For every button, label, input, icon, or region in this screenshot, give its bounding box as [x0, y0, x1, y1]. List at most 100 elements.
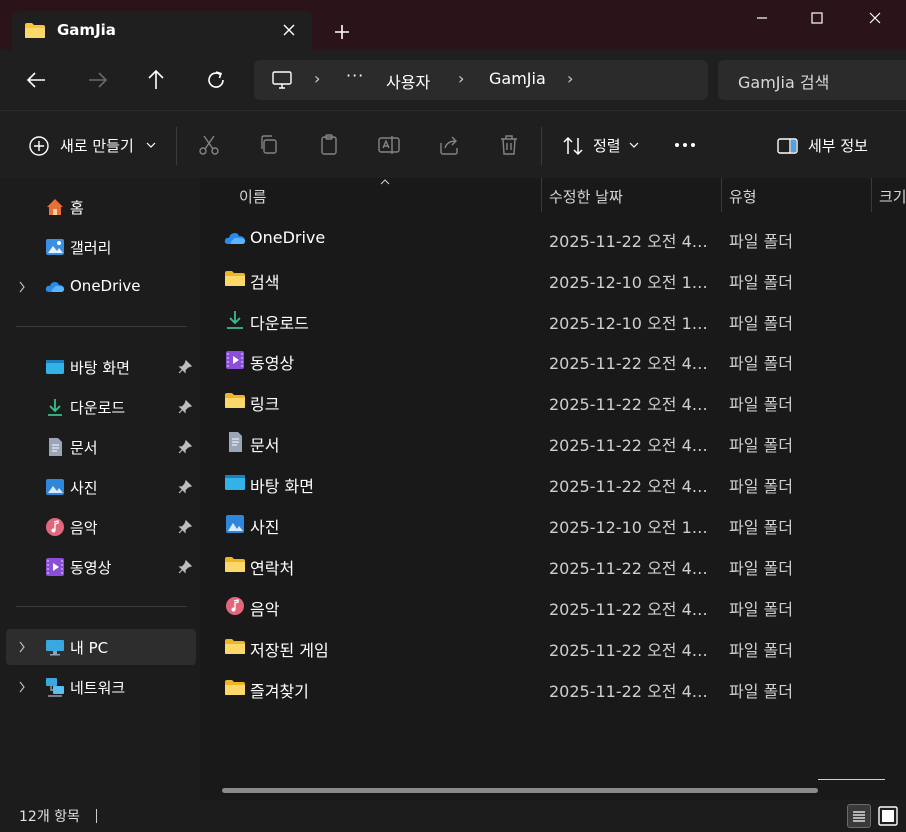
chevron-down-icon — [146, 142, 156, 148]
pin-icon[interactable] — [178, 440, 192, 454]
file-row[interactable]: 음악 2025-11-22 오전 4:19 파일 폴더 — [216, 586, 906, 626]
pictures-icon — [46, 479, 64, 495]
more-options-icon[interactable] — [672, 135, 698, 155]
chevron-right-icon[interactable] — [18, 641, 26, 653]
file-row[interactable]: OneDrive 2025-11-22 오전 4:21 파일 폴더 — [216, 218, 906, 258]
breadcrumb-users[interactable]: 사용자 — [386, 69, 430, 93]
status-divider — [96, 809, 97, 823]
large-icons-view-button[interactable] — [876, 804, 900, 828]
sidebar-item-label: 사진 — [70, 479, 98, 497]
sidebar-item-pictures[interactable]: 사진 — [6, 469, 196, 505]
file-name: 문서 — [250, 436, 280, 455]
sidebar-item-documents[interactable]: 문서 — [6, 429, 196, 465]
pin-icon[interactable] — [178, 400, 192, 414]
file-name: 사진 — [250, 518, 280, 537]
file-row[interactable]: 문서 2025-11-22 오전 4:19 파일 폴더 — [216, 422, 906, 462]
file-row[interactable]: 사진 2025-12-10 오전 12... 파일 폴더 — [216, 504, 906, 544]
breadcrumb-separator[interactable]: › — [314, 69, 320, 88]
file-date: 2025-11-22 오전 4:19 — [549, 436, 713, 455]
file-type: 파일 폴더 — [729, 232, 793, 251]
sidebar-item-gallery[interactable]: 갤러리 — [6, 229, 196, 265]
column-divider[interactable] — [871, 178, 872, 212]
paste-icon[interactable] — [317, 133, 341, 157]
tab-gamjia[interactable]: GamJia — [12, 11, 312, 50]
file-name: OneDrive — [250, 228, 326, 247]
search-input[interactable]: GamJia 검색 — [738, 69, 829, 93]
file-date: 2025-11-22 오전 4:19 — [549, 395, 713, 414]
file-row[interactable]: 저장된 게임 2025-11-22 오전 4:19 파일 폴더 — [216, 627, 906, 667]
column-header-size[interactable]: 크기 — [879, 186, 906, 207]
up-button[interactable] — [143, 67, 169, 93]
breadcrumb-overflow[interactable]: ··· — [346, 66, 364, 85]
forward-button[interactable] — [84, 67, 110, 93]
horizontal-scrollbar[interactable] — [222, 788, 818, 794]
file-row[interactable]: 동영상 2025-11-22 오전 4:19 파일 폴더 — [216, 340, 906, 380]
file-row[interactable]: 링크 2025-11-22 오전 4:19 파일 폴더 — [216, 381, 906, 421]
sidebar-item-label: 바탕 화면 — [70, 359, 130, 377]
column-header-type[interactable]: 유형 — [729, 186, 757, 207]
file-name: 링크 — [250, 395, 280, 414]
copy-icon[interactable] — [257, 133, 281, 157]
file-name: 다운로드 — [250, 314, 309, 333]
download-icon — [227, 311, 243, 329]
details-pane-icon — [777, 138, 798, 154]
scrollbar-thumb[interactable] — [222, 788, 818, 793]
column-header-name[interactable]: 이름 — [239, 186, 267, 207]
file-name: 즐겨찾기 — [250, 682, 309, 701]
sidebar-item-videos[interactable]: 동영상 — [6, 549, 196, 585]
details-view-button[interactable] — [847, 804, 871, 828]
rename-icon[interactable] — [377, 133, 401, 157]
desktop-icon — [225, 475, 245, 490]
pin-icon[interactable] — [178, 520, 192, 534]
breadcrumb-separator[interactable]: › — [567, 69, 573, 88]
home-icon — [47, 199, 63, 215]
sidebar-divider — [16, 606, 187, 607]
sidebar-item-this-pc[interactable]: 내 PC — [6, 629, 196, 665]
folder-icon — [225, 393, 245, 408]
share-icon[interactable] — [437, 133, 461, 157]
breadcrumb-separator[interactable]: › — [458, 69, 464, 88]
sidebar-item-music[interactable]: 음악 — [6, 509, 196, 545]
close-window-button[interactable] — [852, 4, 898, 32]
maximize-button[interactable] — [794, 4, 840, 32]
file-row[interactable]: 다운로드 2025-12-10 오전 12... 파일 폴더 — [216, 300, 906, 340]
cut-icon[interactable] — [197, 133, 221, 157]
navigation-pane: 홈 갤러리 OneDrive 바탕 화면 다운로드 문서 사진 음악 동영상 내… — [0, 178, 200, 800]
pin-icon[interactable] — [178, 480, 192, 494]
file-date: 2025-11-22 오전 4:19 — [549, 559, 713, 578]
close-tab-icon[interactable] — [280, 21, 298, 39]
file-date: 2025-11-22 오전 4:19 — [549, 354, 713, 373]
onedrive-icon — [224, 233, 245, 244]
file-date: 2025-11-22 오전 4:19 — [549, 600, 713, 619]
sidebar-divider — [16, 326, 187, 327]
column-divider[interactable] — [721, 178, 722, 212]
file-row[interactable]: 연락처 2025-11-22 오전 4:19 파일 폴더 — [216, 545, 906, 585]
refresh-button[interactable] — [203, 67, 229, 93]
pin-icon[interactable] — [178, 360, 192, 374]
file-row[interactable]: 검색 2025-12-10 오전 12... 파일 폴더 — [216, 259, 906, 299]
file-type: 파일 폴더 — [729, 682, 793, 701]
search-box[interactable]: GamJia 검색 — [718, 60, 906, 100]
sidebar-item-desktop[interactable]: 바탕 화면 — [6, 349, 196, 385]
folder-icon — [225, 639, 245, 654]
breadcrumb-gamjia[interactable]: GamJia — [489, 69, 546, 88]
chevron-right-icon[interactable] — [18, 281, 26, 293]
address-bar[interactable]: › ··· 사용자 › GamJia › — [254, 60, 708, 100]
sidebar-item-home[interactable]: 홈 — [6, 189, 196, 225]
column-divider[interactable] — [541, 178, 542, 212]
download-icon — [48, 399, 62, 416]
sidebar-item-network[interactable]: 네트워크 — [6, 669, 196, 705]
chevron-right-icon[interactable] — [18, 681, 26, 693]
sidebar-item-label: OneDrive — [70, 277, 141, 295]
minimize-button[interactable] — [739, 4, 785, 32]
delete-icon[interactable] — [497, 133, 521, 157]
sidebar-item-onedrive[interactable]: OneDrive — [6, 269, 196, 305]
file-row[interactable]: 바탕 화면 2025-11-22 오전 4:19 파일 폴더 — [216, 463, 906, 503]
file-row[interactable]: 즐겨찾기 2025-11-22 오전 4:19 파일 폴더 — [216, 668, 906, 708]
sidebar-item-downloads[interactable]: 다운로드 — [6, 389, 196, 425]
new-tab-button[interactable] — [332, 22, 352, 42]
sidebar-item-label: 갤러리 — [70, 239, 112, 257]
back-button[interactable] — [24, 67, 50, 93]
pin-icon[interactable] — [178, 560, 192, 574]
column-header-date[interactable]: 수정한 날짜 — [549, 186, 623, 207]
